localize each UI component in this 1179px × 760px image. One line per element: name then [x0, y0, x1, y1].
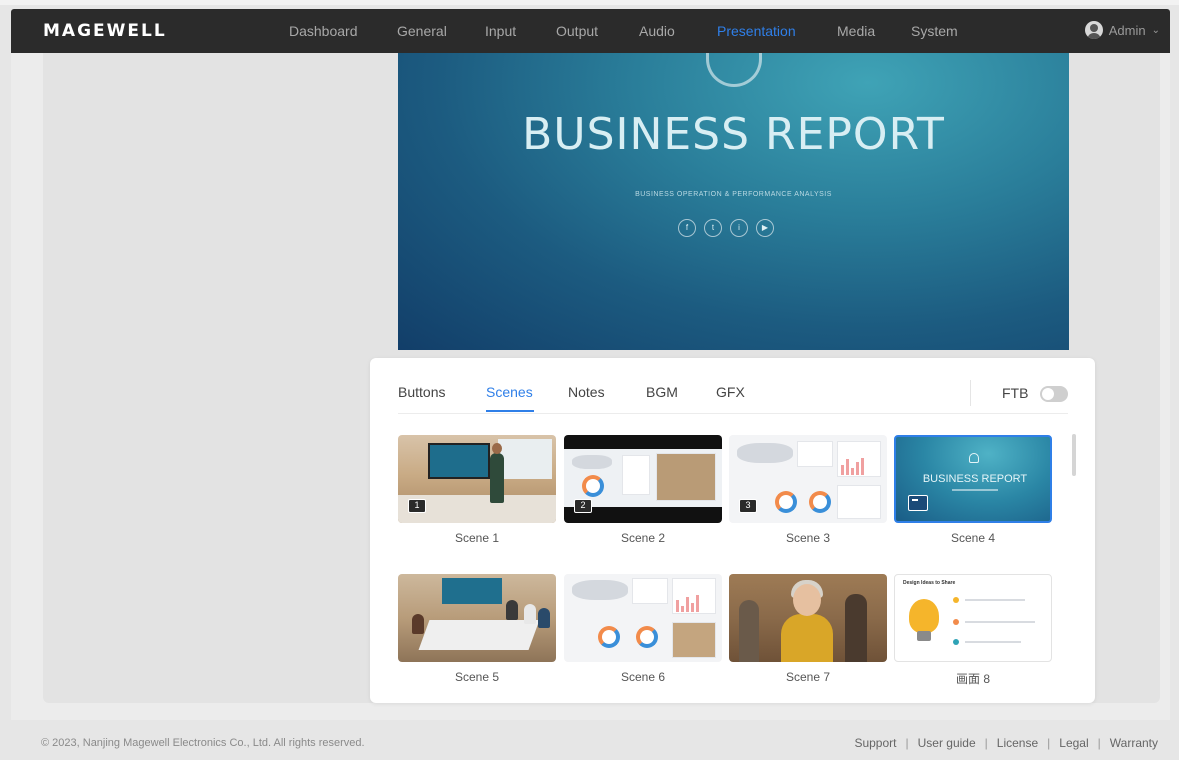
nav-item-audio[interactable]: Audio	[639, 9, 675, 53]
scene-card-8[interactable]: Design Ideas to Share 画面 8	[894, 574, 1052, 686]
footer-separator: |	[1047, 736, 1051, 750]
presentation-preview: BUSINESS REPORT BUSINESS OPERATION & PER…	[398, 53, 1069, 350]
app-page: MAGEWELL Dashboard General Input Output …	[0, 0, 1179, 760]
preview-subtitle: BUSINESS OPERATION & PERFORMANCE ANALYSI…	[635, 191, 832, 198]
chevron-down-icon: ⌄	[1151, 24, 1160, 36]
nav-item-media[interactable]: Media	[837, 9, 875, 53]
footer-link-legal[interactable]: Legal	[1059, 736, 1088, 750]
footer-separator: |	[1097, 736, 1101, 750]
nav-item-input[interactable]: Input	[485, 9, 516, 53]
footer-links: Support | User guide | License | Legal |…	[854, 736, 1158, 750]
control-panel: Buttons Scenes Notes BGM GFX FTB 1 Scene…	[370, 358, 1095, 703]
scene-label: 画面 8	[955, 672, 990, 686]
scene-label: Scene 1	[454, 531, 500, 545]
screen-icon	[908, 495, 928, 511]
scene-thumbnail[interactable]: 3	[729, 435, 887, 523]
scene-thumbnail[interactable]: 2	[564, 435, 722, 523]
ftb-toggle[interactable]	[1040, 386, 1068, 402]
tab-scenes[interactable]: Scenes	[486, 384, 533, 400]
scene-thumbnail[interactable]: 1	[398, 435, 556, 523]
laurel-icon	[969, 453, 979, 463]
youtube-icon: ▶	[756, 219, 774, 237]
scene-thumbnail[interactable]	[564, 574, 722, 662]
tabs-divider	[398, 413, 1068, 414]
twitter-icon: t	[704, 219, 722, 237]
user-name: Admin	[1108, 22, 1146, 38]
footer-link-license[interactable]: License	[997, 736, 1038, 750]
scene-card-2[interactable]: 2 Scene 2	[564, 435, 722, 545]
scene-label: Scene 7	[785, 670, 831, 684]
ftb-separator	[970, 380, 971, 406]
footer: © 2023, Nanjing Magewell Electronics Co.…	[11, 723, 1170, 760]
footer-link-user-guide[interactable]: User guide	[918, 736, 976, 750]
top-nav-bar: MAGEWELL Dashboard General Input Output …	[11, 9, 1170, 53]
scene-label: Scene 5	[454, 670, 500, 684]
nav-item-dashboard[interactable]: Dashboard	[289, 9, 358, 53]
footer-link-warranty[interactable]: Warranty	[1110, 736, 1158, 750]
scene-number-badge: 2	[574, 499, 592, 513]
scene-thumbnail-title: Design Ideas to Share	[903, 580, 956, 586]
scene-card-1[interactable]: 1 Scene 1	[398, 435, 556, 545]
footer-link-support[interactable]: Support	[854, 736, 896, 750]
user-avatar-icon	[1084, 21, 1103, 39]
scene-card-7[interactable]: Scene 7	[729, 574, 887, 684]
instagram-icon: i	[730, 219, 748, 237]
scene-number-badge: 1	[408, 499, 426, 513]
tab-gfx[interactable]: GFX	[716, 384, 745, 400]
scene-thumbnail[interactable]: Design Ideas to Share	[894, 574, 1052, 662]
preview-social-icons: f t i ▶	[678, 219, 774, 237]
scene-number-badge: 3	[739, 499, 757, 513]
copyright-text: © 2023, Nanjing Magewell Electronics Co.…	[41, 737, 365, 749]
scene-card-4[interactable]: BUSINESS REPORT Scene 4	[894, 435, 1052, 545]
nav-item-general[interactable]: General	[397, 9, 447, 53]
scene-card-6[interactable]: Scene 6	[564, 574, 722, 684]
tab-notes[interactable]: Notes	[568, 384, 605, 400]
tab-buttons[interactable]: Buttons	[398, 384, 445, 400]
scene-thumbnail-selected[interactable]: BUSINESS REPORT	[894, 435, 1052, 523]
ftb-label: FTB	[1002, 385, 1029, 401]
facebook-icon: f	[678, 219, 696, 237]
scene-thumbnail[interactable]	[729, 574, 887, 662]
scene-label: Scene 2	[620, 531, 666, 545]
lightbulb-icon	[909, 599, 939, 633]
scene-card-3[interactable]: 3 Scene 3	[729, 435, 887, 545]
preview-title: BUSINESS REPORT	[522, 109, 945, 160]
footer-separator: |	[984, 736, 988, 750]
user-menu[interactable]: Admin ⌄	[1084, 21, 1160, 39]
tab-bgm[interactable]: BGM	[646, 384, 678, 400]
scene-label: Scene 4	[950, 531, 996, 545]
scene-label: Scene 3	[785, 531, 831, 545]
window-frame	[0, 0, 1179, 5]
brand-logo[interactable]: MAGEWELL	[43, 21, 167, 41]
scene-thumbnail[interactable]	[398, 574, 556, 662]
nav-item-output[interactable]: Output	[556, 9, 598, 53]
nav-item-system[interactable]: System	[911, 9, 958, 53]
scene-thumbnail-title: BUSINESS REPORT	[922, 473, 1028, 485]
nav-item-presentation[interactable]: Presentation	[717, 9, 796, 53]
scenes-scrollbar[interactable]	[1072, 434, 1076, 476]
active-tab-indicator	[486, 410, 534, 412]
scene-card-5[interactable]: Scene 5	[398, 574, 556, 684]
footer-separator: |	[905, 736, 909, 750]
scene-label: Scene 6	[620, 670, 666, 684]
laurel-icon	[706, 53, 762, 87]
